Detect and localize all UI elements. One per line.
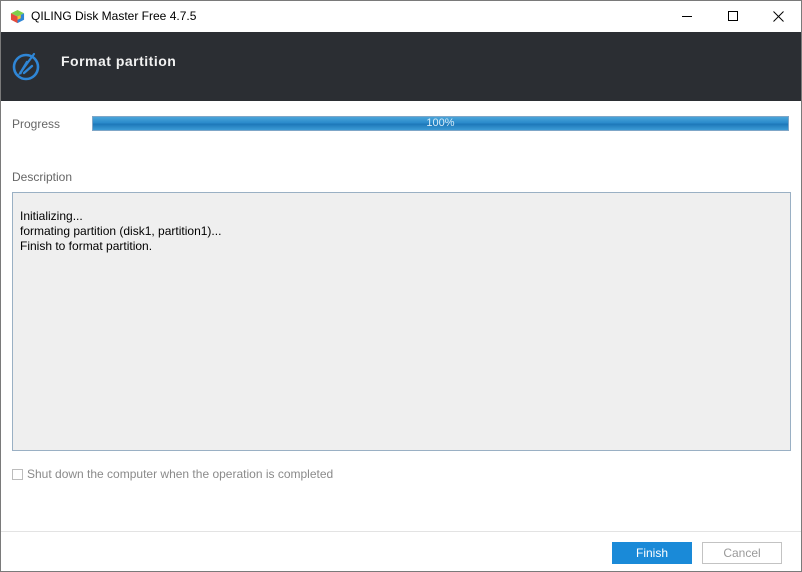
window-title: QILING Disk Master Free 4.7.5 — [31, 9, 197, 23]
cancel-button[interactable]: Cancel — [702, 542, 782, 564]
title-bar[interactable]: QILING Disk Master Free 4.7.5 — [1, 1, 801, 32]
progress-label: Progress — [12, 117, 61, 131]
description-label: Description — [12, 170, 73, 184]
dialog-title: Format partition — [61, 53, 177, 69]
progress-bar: 100% — [92, 116, 789, 131]
dialog-window: QILING Disk Master Free 4.7.5 Format par… — [0, 0, 802, 572]
log-line: formating partition (disk1, partition1).… — [20, 224, 222, 238]
minimize-button[interactable] — [664, 1, 710, 32]
description-log[interactable]: Initializing... formating partition (dis… — [12, 192, 791, 451]
progress-percent-text: 100% — [426, 117, 455, 129]
shutdown-option[interactable]: Shut down the computer when the operatio… — [12, 467, 333, 481]
finish-button[interactable]: Finish — [612, 542, 692, 564]
minimize-icon — [681, 16, 692, 17]
footer-divider — [1, 531, 801, 532]
format-partition-icon — [12, 52, 40, 81]
close-button[interactable] — [755, 1, 801, 32]
log-line: Initializing... — [20, 209, 83, 223]
shutdown-checkbox[interactable] — [12, 468, 23, 480]
shutdown-label: Shut down the computer when the operatio… — [27, 467, 334, 481]
maximize-icon — [727, 11, 738, 21]
maximize-button[interactable] — [710, 1, 756, 32]
log-line: Finish to format partition. — [20, 239, 153, 253]
close-icon — [772, 11, 784, 22]
dialog-header: Format partition — [1, 32, 801, 101]
app-cube-icon — [10, 9, 25, 24]
